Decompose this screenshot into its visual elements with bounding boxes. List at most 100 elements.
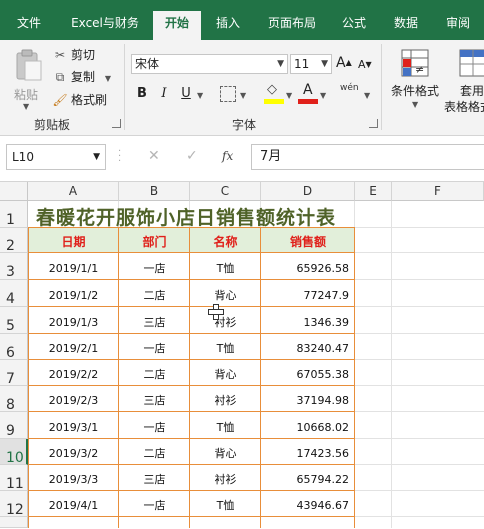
column-header-d[interactable]: D — [261, 182, 355, 201]
bold-button[interactable]: B — [133, 85, 151, 103]
header-cell-1[interactable]: 日期 — [28, 228, 119, 253]
item-cell[interactable]: T恤 — [190, 253, 261, 280]
row-header-2[interactable]: 2 — [0, 228, 28, 254]
department-cell[interactable]: 二店 — [119, 280, 190, 307]
row-header-5[interactable]: 5 — [0, 307, 28, 334]
department-cell[interactable]: 三店 — [119, 386, 190, 412]
conditional-formatting-button[interactable]: ≠ 条件格式 ▼ — [388, 46, 442, 112]
sales-cell[interactable]: 67055.38 — [261, 360, 355, 386]
font-size-combo[interactable]: 11 ▼ — [290, 54, 332, 74]
sales-cell[interactable]: 17423.56 — [261, 439, 355, 465]
row-header-11[interactable]: 11 — [0, 465, 28, 492]
row-header-4[interactable]: 4 — [0, 280, 28, 307]
row-header-6[interactable]: 6 — [0, 334, 28, 361]
item-cell[interactable]: 背心 — [190, 439, 261, 465]
worksheet-grid[interactable]: A B C D E F 1 2 3 4 5 6 7 8 9 10 11 12 春暖花开服饰小店日销售额统计表 日期 部门… — [0, 182, 484, 528]
date-cell[interactable]: 2019/4/1 — [28, 491, 119, 517]
item-cell[interactable]: 背心 — [190, 280, 261, 307]
column-header-a[interactable]: A — [28, 182, 119, 201]
underline-dropdown-icon[interactable]: ▼ — [197, 91, 203, 100]
formula-bar-splitter-icon[interactable]: · · · — [118, 147, 121, 167]
date-cell[interactable]: 2019/1/1 — [28, 253, 119, 280]
date-cell[interactable]: 2019/1/2 — [28, 280, 119, 307]
phonetic-dropdown-icon[interactable]: ▼ — [364, 91, 370, 100]
tab-file[interactable]: 文件 — [4, 11, 54, 40]
date-cell[interactable]: 2019/3/2 — [28, 439, 119, 465]
department-cell[interactable]: 三店 — [119, 465, 190, 491]
date-cell[interactable]: 2019/1/3 — [28, 307, 119, 334]
item-cell[interactable]: T恤 — [190, 412, 261, 439]
department-cell[interactable]: 一店 — [119, 334, 190, 360]
sales-cell[interactable]: 37194.98 — [261, 386, 355, 412]
select-all-corner[interactable] — [0, 182, 28, 201]
italic-button[interactable]: I — [155, 85, 173, 103]
tab-excel-finance[interactable]: Excel与财务 — [62, 11, 148, 40]
department-cell[interactable]: 一店 — [119, 412, 190, 439]
tab-review[interactable]: 审阅 — [436, 11, 480, 40]
font-color-button[interactable]: A — [298, 82, 320, 106]
date-cell[interactable]: 2019/2/1 — [28, 334, 119, 360]
item-cell[interactable]: 背心 — [190, 360, 261, 386]
row-header-7[interactable]: 7 — [0, 360, 28, 387]
name-box[interactable]: L10 ▼ — [6, 144, 106, 170]
font-color-dropdown-icon[interactable]: ▼ — [320, 91, 326, 100]
department-cell[interactable]: 二店 — [119, 360, 190, 386]
column-header-e[interactable]: E — [355, 182, 392, 201]
cancel-icon[interactable]: ✕ — [148, 148, 160, 164]
header-cell-4[interactable]: 销售额 — [261, 228, 355, 253]
format-painter-button[interactable]: 🖌 格式刷 — [52, 90, 107, 110]
tab-home[interactable]: 开始 — [153, 11, 201, 40]
sheet-title[interactable]: 春暖花开服饰小店日销售额统计表 — [36, 203, 336, 230]
formula-input[interactable]: 7月 — [251, 144, 484, 170]
font-launcher-icon[interactable] — [369, 119, 378, 128]
row-header-12[interactable]: 12 — [0, 491, 28, 518]
date-cell[interactable]: 2019/3/1 — [28, 412, 119, 439]
item-cell[interactable]: T恤 — [190, 491, 261, 517]
tab-insert[interactable]: 插入 — [206, 11, 250, 40]
tab-page-layout[interactable]: 页面布局 — [258, 11, 326, 40]
department-cell[interactable]: 二店 — [119, 439, 190, 465]
column-header-f[interactable]: F — [392, 182, 484, 201]
copy-button[interactable]: ⧉ 复制 ▼ — [52, 67, 111, 87]
cut-button[interactable]: ✂ 剪切 — [52, 45, 95, 65]
sales-cell[interactable]: 43946.67 — [261, 491, 355, 517]
fill-color-button[interactable]: ◇ — [264, 82, 286, 106]
sales-cell[interactable]: 77247.9 — [261, 280, 355, 307]
row-header-9[interactable]: 9 — [0, 412, 28, 439]
department-cell[interactable]: 一店 — [119, 253, 190, 280]
column-header-c[interactable]: C — [190, 182, 261, 201]
header-cell-3[interactable]: 名称 — [190, 228, 261, 253]
underline-button[interactable]: U — [177, 85, 195, 103]
item-cell[interactable]: 衬衫 — [190, 307, 261, 334]
font-name-combo[interactable]: 宋体 ▼ — [131, 54, 288, 74]
header-cell-2[interactable]: 部门 — [119, 228, 190, 253]
row-header-8[interactable]: 8 — [0, 386, 28, 413]
border-dropdown-icon[interactable]: ▼ — [240, 91, 246, 100]
item-cell[interactable]: 衬衫 — [190, 465, 261, 491]
date-cell[interactable]: 2019/2/3 — [28, 386, 119, 412]
department-cell[interactable]: 一店 — [119, 491, 190, 517]
increase-font-button[interactable]: A▲ — [336, 53, 352, 73]
row-header-3[interactable]: 3 — [0, 253, 28, 280]
sales-cell[interactable]: 1346.39 — [261, 307, 355, 334]
sales-cell[interactable]: 83240.47 — [261, 334, 355, 360]
decrease-font-button[interactable]: A▼ — [358, 55, 372, 75]
row-header-1[interactable]: 1 — [0, 201, 28, 228]
fill-color-dropdown-icon[interactable]: ▼ — [286, 91, 292, 100]
format-as-table-button[interactable]: 套用 表格格式 — [444, 46, 484, 112]
paste-button[interactable]: 粘贴 ▼ — [10, 46, 46, 112]
tab-formulas[interactable]: 公式 — [334, 11, 374, 40]
department-cell[interactable]: 三店 — [119, 307, 190, 334]
sales-cell[interactable]: 65926.58 — [261, 253, 355, 280]
row-header-partial[interactable] — [0, 517, 28, 528]
sales-cell[interactable]: 65794.22 — [261, 465, 355, 491]
insert-function-icon[interactable]: fx — [222, 149, 233, 163]
clipboard-launcher-icon[interactable] — [112, 119, 121, 128]
phonetic-button[interactable]: wén — [340, 83, 359, 93]
sales-cell[interactable]: 10668.02 — [261, 412, 355, 439]
row-header-10[interactable]: 10 — [0, 439, 28, 466]
tab-data[interactable]: 数据 — [384, 11, 428, 40]
item-cell[interactable]: T恤 — [190, 334, 261, 360]
date-cell[interactable]: 2019/3/3 — [28, 465, 119, 491]
date-cell[interactable]: 2019/2/2 — [28, 360, 119, 386]
